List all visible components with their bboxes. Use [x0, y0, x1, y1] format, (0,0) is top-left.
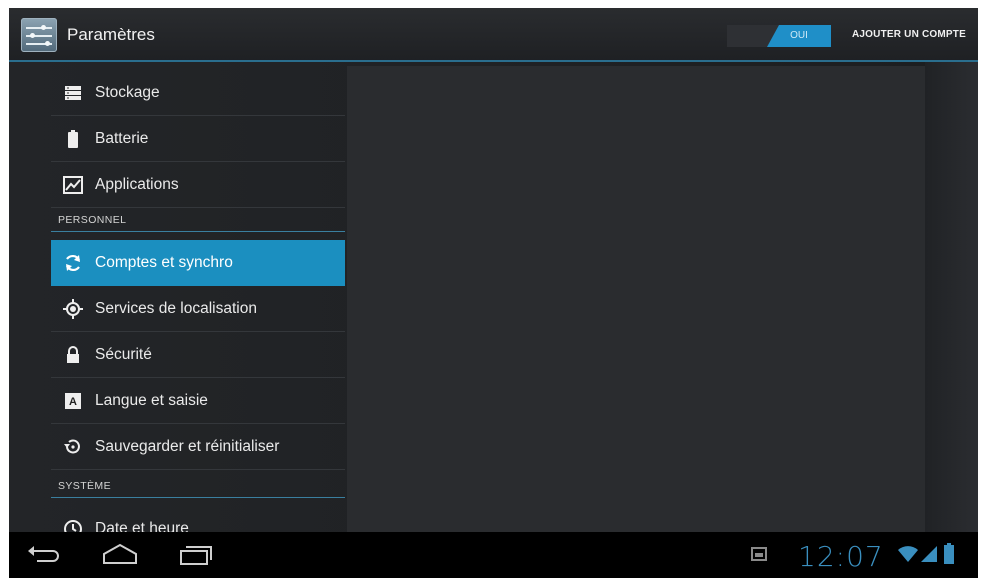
- storage-icon: [51, 85, 95, 101]
- settings-sliders-icon[interactable]: [21, 18, 57, 52]
- sidebar-item-security[interactable]: Sécurité: [51, 332, 345, 378]
- svg-text:A: A: [69, 396, 77, 408]
- add-account-button[interactable]: AJOUTER UN COMPTE: [852, 29, 966, 40]
- system-bar: 12:07: [9, 532, 978, 578]
- detail-pane: [347, 66, 925, 532]
- sync-toggle[interactable]: OUI: [727, 25, 831, 47]
- sidebar-item-applications[interactable]: Applications: [51, 162, 345, 208]
- sidebar-item-label: Services de localisation: [95, 299, 257, 317]
- wifi-icon: [897, 545, 919, 568]
- action-bar: Paramètres OUI AJOUTER UN COMPTE: [9, 8, 978, 62]
- page-title: Paramètres: [67, 25, 155, 44]
- sidebar-item-accounts-sync[interactable]: Comptes et synchro: [51, 240, 345, 286]
- sync-icon: [51, 253, 95, 273]
- battery-status-icon: [943, 543, 955, 570]
- settings-screen: Paramètres OUI AJOUTER UN COMPTE Stockag…: [9, 8, 978, 578]
- toggle-on-label: OUI: [767, 25, 831, 47]
- sidebar-item-location[interactable]: Services de localisation: [51, 286, 345, 332]
- sidebar-item-label: Sauvegarder et réinitialiser: [95, 437, 280, 455]
- signal-icon: [920, 545, 938, 568]
- recent-apps-icon[interactable]: [179, 544, 213, 571]
- language-icon: A: [51, 392, 95, 410]
- sidebar-item-label: Batterie: [95, 129, 149, 147]
- main-area: Stockage Batterie Applications PERSONNEL: [9, 62, 978, 532]
- sidebar-item-date-time[interactable]: Date et heure: [51, 506, 345, 532]
- status-clock: 12:07: [798, 540, 884, 573]
- sidebar-item-label: Stockage: [95, 83, 160, 101]
- sidebar-item-storage[interactable]: Stockage: [51, 70, 345, 116]
- sidebar-item-label: Langue et saisie: [95, 391, 208, 409]
- sidebar-item-label: Sécurité: [95, 345, 152, 363]
- section-header-personnel: PERSONNEL: [51, 208, 345, 232]
- battery-icon: [51, 129, 95, 148]
- screenshot-icon: [751, 547, 767, 566]
- back-icon[interactable]: [27, 546, 61, 569]
- home-icon[interactable]: [102, 543, 138, 570]
- section-header-systeme: SYSTÈME: [51, 474, 345, 498]
- sidebar-item-label: Applications: [95, 175, 179, 193]
- clock-icon: [51, 519, 95, 532]
- sidebar-item-backup-reset[interactable]: Sauvegarder et réinitialiser: [51, 424, 345, 470]
- sidebar-item-battery[interactable]: Batterie: [51, 116, 345, 162]
- backup-reset-icon: [51, 437, 95, 457]
- sidebar-item-label: Date et heure: [95, 519, 189, 533]
- sidebar-item-language[interactable]: A Langue et saisie: [51, 378, 345, 424]
- location-icon: [51, 298, 95, 319]
- applications-icon: [51, 175, 95, 194]
- right-edge: [925, 62, 978, 532]
- lock-icon: [51, 345, 95, 364]
- sidebar-item-label: Comptes et synchro: [95, 254, 233, 271]
- settings-sidebar: Stockage Batterie Applications PERSONNEL: [51, 62, 345, 532]
